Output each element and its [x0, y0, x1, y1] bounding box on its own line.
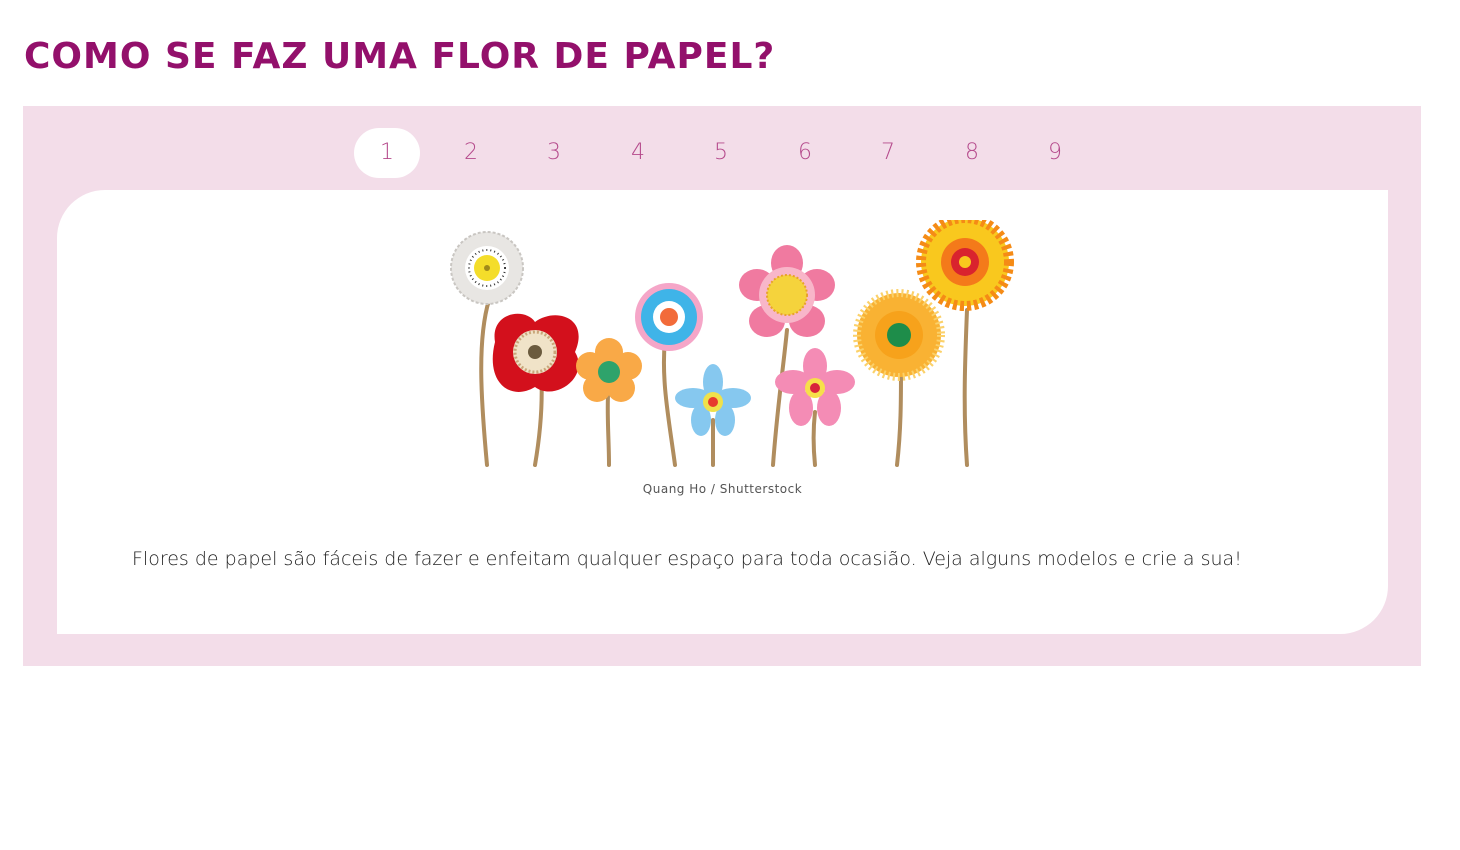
step-8-tab[interactable]: 8 [939, 128, 1005, 178]
step-9-tab[interactable]: 9 [1022, 128, 1088, 178]
step-4-tab[interactable]: 4 [605, 128, 671, 178]
slide-card: Quang Ho / Shutterstock Flores de papel … [57, 190, 1388, 634]
step-7-tab[interactable]: 7 [855, 128, 921, 178]
image-caption: Quang Ho / Shutterstock [642, 482, 803, 496]
step-nav: 1 2 3 4 5 6 7 8 9 [23, 128, 1421, 178]
step-2-tab[interactable]: 2 [438, 128, 504, 178]
slideshow-panel: 1 2 3 4 5 6 7 8 9 Quang Ho / Shutterstoc… [23, 106, 1421, 666]
step-3-tab[interactable]: 3 [521, 128, 587, 178]
page-title: COMO SE FAZ UMA FLOR DE PAPEL? [24, 36, 776, 77]
step-6-tab[interactable]: 6 [772, 128, 838, 178]
paper-flowers-illustration [450, 220, 1014, 467]
step-5-tab[interactable]: 5 [688, 128, 754, 178]
step-1-tab[interactable]: 1 [354, 128, 420, 178]
slide-description: Flores de papel são fáceis de fazer e en… [132, 548, 1242, 570]
